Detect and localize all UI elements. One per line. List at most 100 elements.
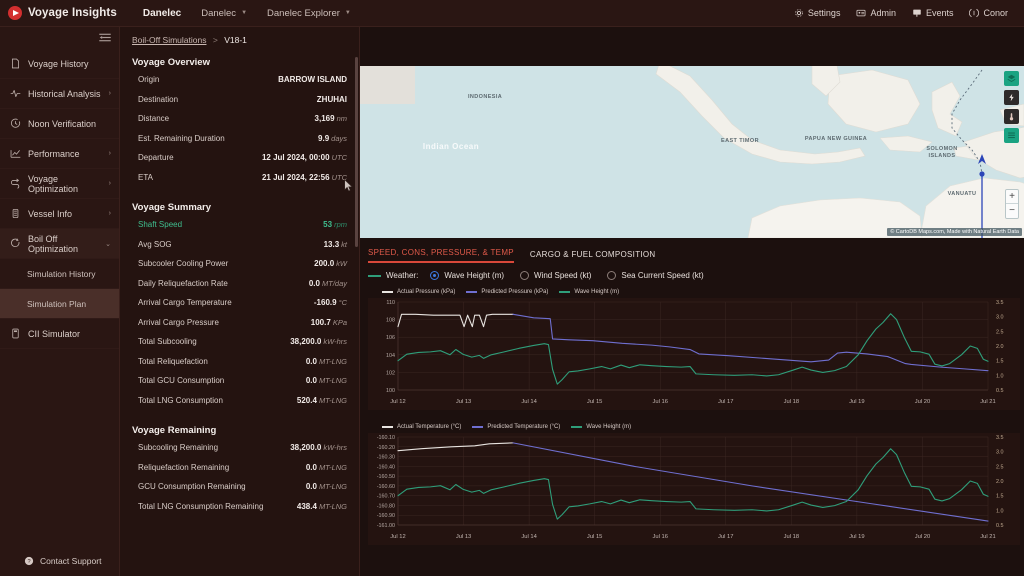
breadcrumb-parent-link[interactable]: Boil-Off Simulations (132, 35, 206, 45)
chart-x-tick-label: Jul 16 (652, 399, 667, 405)
chart-y-tick-label: -160.60 (377, 484, 395, 490)
user-menu-button[interactable]: Conor (961, 8, 1016, 18)
chart-y-tick-label: 104 (386, 353, 395, 359)
top-nav: Danelec Danelec ▼ Danelec Explorer ▼ (133, 0, 361, 27)
sidebar-item-label: Voyage History (28, 58, 89, 69)
gear-icon (795, 9, 803, 17)
play-logo-icon (8, 6, 22, 20)
contact-support-button[interactable]: ? Contact Support (0, 550, 120, 572)
weather-option-wind-speed[interactable]: Wind Speed (kt) (520, 271, 591, 280)
voyage-summary-row: Total Subcooling 38,200.0 kW-hrs (130, 337, 349, 357)
topnav-item-company[interactable]: Danelec (133, 0, 191, 27)
pressure-chart-area[interactable]: 100 102 104 106 108 110 Jul 12 Jul 13 Jul 14 Jul … (368, 298, 1020, 410)
chart-legend-item[interactable]: Wave Height (m) (559, 289, 619, 295)
sidebar-item-label: Performance (28, 148, 80, 159)
voyage-remaining-row: Subcooling Remaining 38,200.0 kW-hrs (130, 443, 349, 463)
chevron-right-icon: › (108, 150, 111, 157)
chart-legend-item[interactable]: Predicted Temperature (°C) (472, 424, 560, 430)
user-name-label: Conor (983, 8, 1008, 18)
voyage-remaining-value: 0.0 MT-LNG (305, 462, 347, 472)
admin-button[interactable]: Admin (848, 8, 904, 18)
voyage-remaining-key: Subcooling Remaining (138, 443, 219, 452)
map-zoom-in-button[interactable]: + (1006, 190, 1018, 204)
chart-legend-item[interactable]: Predicted Pressure (kPa) (466, 289, 548, 295)
voyage-overview-key: Departure (138, 153, 174, 162)
map-layer-basemap-button[interactable] (1004, 71, 1019, 86)
voyage-remaining-unit: MT-LNG (318, 462, 347, 472)
voyage-detail-panel: Boil-Off Simulations > V18-1 Voyage Over… (120, 27, 360, 576)
chart-x-tick-label: Jul 18 (784, 399, 799, 405)
voyage-remaining-value: 38,200.0 kW-hrs (290, 443, 347, 452)
voyage-summary-value: 0.0 MT-LNG (305, 356, 347, 366)
detail-scrollbar[interactable] (355, 27, 359, 576)
events-button[interactable]: Events (904, 8, 962, 18)
radio-icon (607, 271, 617, 280)
chart-y2-tick-label: 1.0 (996, 373, 1004, 379)
sidebar-item-voyage-history[interactable]: Voyage History (0, 49, 119, 79)
sidebar-item-voyage-optimization[interactable]: Voyage Optimization › (0, 169, 119, 199)
legend-label: Actual Temperature (°C) (397, 424, 462, 430)
sidebar-item-cii-simulator[interactable]: CII Simulator (0, 319, 119, 349)
voyage-overview-value: 21 Jul 2024, 22:56 UTC (261, 172, 347, 182)
voyage-overview-value: 12 Jul 2024, 00:00 UTC (261, 153, 347, 162)
chart-legend-item[interactable]: Wave Height (m) (571, 424, 631, 430)
chart-x-tick-label: Jul 20 (915, 399, 930, 405)
map-layer-temperature-button[interactable] (1004, 109, 1019, 124)
settings-button[interactable]: Settings (786, 8, 849, 18)
sidebar-item-noon-verification[interactable]: Noon Verification (0, 109, 119, 139)
sidebar-item-simulation-history[interactable]: Simulation History (0, 259, 119, 289)
clock-icon (11, 118, 21, 128)
topnav-item-fleet[interactable]: Danelec ▼ (191, 0, 257, 27)
weather-selector: Weather: Wave Height (m) Wind Speed (kt)… (368, 271, 720, 280)
brand[interactable]: Voyage Insights (0, 6, 117, 20)
weather-option-wave-height[interactable]: Wave Height (m) (430, 271, 504, 280)
sidebar-item-historical-analysis[interactable]: Historical Analysis › (0, 79, 119, 109)
sidebar-item-vessel-info[interactable]: Vessel Info › (0, 199, 119, 229)
voyage-summary-unit: KPa (332, 317, 347, 327)
weather-line-swatch (368, 274, 381, 277)
chart-x-tick-label: Jul 13 (456, 399, 471, 405)
chevron-down-icon: ▼ (344, 10, 351, 16)
legend-color-swatch (571, 426, 583, 428)
chart-icon (10, 150, 21, 158)
voyage-overview-row: Est. Remaining Duration 9.9 days (130, 134, 349, 154)
sidebar-item-boil-off-optimization[interactable]: Boil Off Optimization ⌄ (0, 229, 119, 259)
chart-legend-item[interactable]: Actual Pressure (kPa) (382, 289, 455, 295)
chart-y2-tick-label: 3.0 (996, 315, 1004, 321)
voyage-remaining-unit: MT-LNG (318, 501, 347, 511)
voyage-overview-key: ETA (138, 172, 153, 182)
voyage-summary-key: Total Subcooling (138, 337, 197, 346)
map-layer-power-button[interactable] (1004, 90, 1019, 105)
map-zoom-out-button[interactable]: − (1006, 204, 1018, 218)
voyage-map[interactable]: INDONESIA PAPUA NEW GUINEA EAST TIMOR SO… (360, 66, 1024, 238)
chart-y2-tick-label: 0.5 (996, 523, 1004, 529)
layers-icon (1007, 74, 1016, 83)
voyage-summary-key: Shaft Speed (138, 220, 183, 229)
voyage-remaining-row: GCU Consumption Remaining 0.0 MT-LNG (130, 482, 349, 502)
breadcrumb-current: V18-1 (224, 35, 247, 45)
map-layer-route-button[interactable] (1004, 128, 1019, 143)
settings-label: Settings (807, 8, 841, 18)
sidebar-item-simulation-plan[interactable]: Simulation Plan (0, 289, 119, 319)
voyage-summary-unit: MT-LNG (318, 395, 347, 405)
voyage-summary-unit: °C (338, 298, 347, 307)
voyage-overview-row: ETA 21 Jul 2024, 22:56 UTC (130, 173, 349, 193)
chart-x-tick-label: Jul 17 (718, 399, 733, 405)
weather-option-sea-current-speed[interactable]: Sea Current Speed (kt) (607, 271, 704, 280)
tab-cargo-fuel-composition[interactable]: CARGO & FUEL COMPOSITION (530, 250, 656, 263)
contact-support-label: Contact Support (40, 556, 102, 566)
temperature-chart-area[interactable]: -160.10 -160.20 -160.30 -160.40 -160.50 -160.… (368, 433, 1020, 545)
topnav-item-vessel[interactable]: Danelec Explorer ▼ (257, 0, 361, 27)
legend-label: Predicted Temperature (°C) (487, 424, 561, 430)
sidebar-item-label: Boil Off Optimization (28, 233, 79, 254)
legend-label: Wave Height (m) (574, 289, 620, 295)
scrollbar-thumb[interactable] (355, 57, 358, 247)
pulse-icon (10, 89, 21, 98)
sidebar-item-performance[interactable]: Performance › (0, 139, 119, 169)
chart-legend-item[interactable]: Actual Temperature (°C) (382, 424, 461, 430)
collapse-panel-icon[interactable] (99, 33, 111, 43)
chart-x-tick-label: Jul 19 (849, 534, 864, 540)
tab-speed-cons-pressure-temp[interactable]: SPEED, CONS, PRESSURE, & TEMP (368, 248, 514, 263)
admin-label: Admin (870, 8, 896, 18)
chart-x-tick-label: Jul 16 (652, 534, 667, 540)
